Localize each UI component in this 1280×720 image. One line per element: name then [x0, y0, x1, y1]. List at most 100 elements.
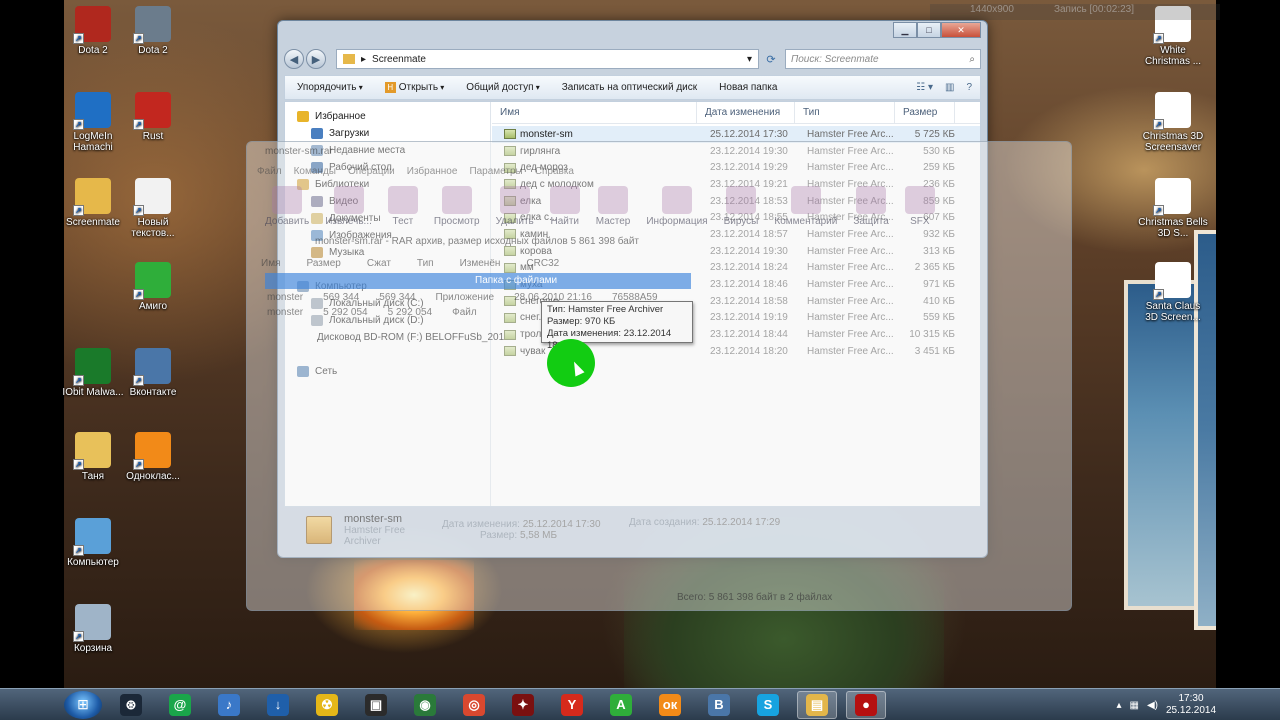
desktop-icon-christmas-3d[interactable]: ↗ Christmas 3D Screensaver	[1138, 92, 1208, 153]
amigo-icon: ↗	[133, 262, 171, 300]
archiver-title: monster-sm.rar	[265, 146, 333, 157]
organize-button[interactable]: Упорядочить	[297, 82, 363, 93]
recorder-icon: ●	[855, 693, 877, 716]
window-controls: ▁ □ ✕	[893, 22, 981, 38]
odnoklassniki-icon: ↗	[133, 432, 171, 470]
help-icon[interactable]: ?	[966, 82, 972, 93]
vkontakte-icon: ↗	[133, 348, 171, 386]
maximize-button[interactable]: □	[917, 22, 941, 38]
view-options-icon[interactable]: ☷ ▾	[916, 82, 933, 93]
archiver-menu-item: Параметры	[469, 166, 523, 177]
forward-button[interactable]: ▶	[306, 49, 326, 69]
taskbar-app-globe[interactable]: ◉	[405, 691, 445, 719]
tray-network-icon[interactable]: ▦	[1130, 700, 1139, 711]
taskbar-app-game[interactable]: ✦	[503, 691, 543, 719]
taskbar-app-chrome[interactable]: ◎	[454, 691, 494, 719]
taskbar-app-gta[interactable]: ▣	[356, 691, 396, 719]
archiver-tool-icon	[499, 186, 530, 214]
clock[interactable]: 17:30 25.12.2014	[1166, 693, 1216, 717]
column-date[interactable]: Дата изменения	[697, 102, 795, 123]
desktop-icon-computer[interactable]: ↗ Компьютер	[58, 518, 128, 568]
desktop-icon-odnoklassniki[interactable]: ↗ Одноклас...	[118, 432, 188, 482]
archiver-tool-icon	[441, 186, 472, 214]
close-button[interactable]: ✕	[941, 22, 981, 38]
archiver-tool-label: SFX	[910, 216, 930, 227]
archiver-tool-icon	[725, 186, 756, 214]
folder-icon	[343, 54, 355, 64]
desktop-icon-recycle-bin[interactable]: ↗ Корзина	[58, 604, 128, 654]
column-type[interactable]: Тип	[795, 102, 895, 123]
start-button[interactable]: ⊞	[64, 690, 102, 719]
open-label: Открыть	[399, 82, 445, 93]
address-dropdown-icon[interactable]: ▾	[747, 54, 752, 65]
share-button[interactable]: Общий доступ	[466, 82, 539, 93]
shortcut-arrow-icon: ↗	[1153, 119, 1164, 130]
archiver-tool-icon	[661, 186, 692, 214]
minimize-button[interactable]: ▁	[893, 22, 917, 38]
clock-date: 25.12.2014	[1166, 705, 1217, 716]
tray-show-hidden-icon[interactable]: ▴	[1116, 700, 1121, 711]
search-input[interactable]: Поиск: Screenmate ⌕	[785, 49, 981, 69]
nav-item[interactable]: Загрузки	[285, 125, 490, 142]
nav-item-label: Избранное	[315, 111, 366, 122]
taskbar-app-odnoklassniki[interactable]: ок	[650, 691, 690, 719]
desktop-icon-santa-claus[interactable]: ↗ Santa Claus 3D Screen...	[1138, 262, 1208, 323]
desktop-screen: ↗ Dota 2 ↗ Dota 2 ↗ LogMeIn Hamachi ↗ Rust ↗ Scre…	[0, 0, 1280, 720]
file-date: 25.12.2014 17:30	[710, 128, 788, 140]
taskbar-app-amigo[interactable]: A	[601, 691, 641, 719]
taskbar-app-downloads[interactable]: ↓	[258, 691, 298, 719]
taskbar-app-recorder[interactable]: ●	[846, 690, 886, 719]
shortcut-arrow-icon: ↗	[1153, 289, 1164, 300]
desktop-icon-dota2-b[interactable]: ↗ Dota 2	[118, 6, 188, 56]
preview-pane-icon[interactable]: ▥	[945, 82, 954, 93]
screenmate-icon: ↗	[73, 178, 111, 216]
vkontakte-icon: B	[708, 693, 730, 716]
archiver-cell: 569 344	[379, 292, 416, 303]
address-bar[interactable]: ▸ Screenmate ▾	[336, 49, 759, 69]
dota2-b-icon: ↗	[133, 6, 171, 44]
downloads-icon: ↓	[267, 693, 289, 716]
archiver-tool: Тест	[387, 186, 418, 227]
desktop-icon-christmas-bells[interactable]: ↗ Christmas Bells 3D S...	[1138, 178, 1208, 239]
back-button[interactable]: ◀	[284, 49, 304, 69]
taskbar-app-vkontakte[interactable]: B	[699, 691, 739, 719]
refresh-icon[interactable]: ⟳	[761, 49, 781, 69]
taskbar-app-steam[interactable]: ⊛	[111, 691, 151, 719]
desktop-icon-vkontakte[interactable]: ↗ Вконтакте	[118, 348, 188, 398]
archiver-status: Всего: 5 861 398 байт в 2 файлах	[677, 592, 833, 603]
archiver-cell: 5 292 054	[323, 307, 368, 318]
tray-volume-icon[interactable]: ◀)	[1147, 700, 1158, 711]
taskbar-app-yandex[interactable]: Y	[552, 691, 592, 719]
archiver-tool-icon	[856, 186, 887, 214]
open-button[interactable]: H Открыть	[384, 82, 445, 93]
taskbar-app-explorer[interactable]: ▤	[797, 690, 837, 719]
archiver-tool-icon	[272, 186, 303, 214]
shortcut-arrow-icon: ↗	[73, 545, 84, 556]
desktop-icon-label: Christmas Bells 3D S...	[1138, 217, 1208, 239]
column-size[interactable]: Размер	[895, 102, 955, 123]
new-folder-button[interactable]: Новая папка	[719, 82, 777, 93]
taskbar-app-agent[interactable]: @	[160, 691, 200, 719]
shortcut-arrow-icon: ↗	[73, 205, 84, 216]
column-name[interactable]: Имя	[492, 102, 697, 123]
shortcut-arrow-icon: ↗	[133, 33, 144, 44]
desktop-icon-label: Одноклас...	[126, 471, 180, 482]
rust-icon: ↗	[133, 92, 171, 130]
shortcut-arrow-icon: ↗	[133, 375, 144, 386]
archiver-tool-label: Найти	[550, 216, 580, 227]
desktop-icon-label: Корзина	[73, 643, 113, 654]
taskbar-app-speaker[interactable]: ♪	[209, 691, 249, 719]
desktop-icon-amigo[interactable]: ↗ Амиго	[118, 262, 188, 312]
file-type: Hamster Free Arc...	[807, 128, 894, 140]
burn-button[interactable]: Записать на оптический диск	[562, 82, 697, 93]
taskbar-app-skype[interactable]: S	[748, 691, 788, 719]
skype-icon: S	[757, 693, 779, 716]
archiver-tool: Удалить	[496, 186, 534, 227]
taskbar-app-radiation[interactable]: ☢	[307, 691, 347, 719]
archiver-tool-label: Вирусы	[723, 216, 759, 227]
desktop-icon-rust[interactable]: ↗ Rust	[118, 92, 188, 142]
archiver-window-ghost: monster-sm.rar Файл Команды Операции Избран…	[246, 141, 1072, 611]
nav-item[interactable]: Избранное	[285, 108, 490, 125]
new-text-icon: ↗	[133, 178, 171, 216]
desktop-icon-new-text[interactable]: ↗ Новый текстов...	[118, 178, 188, 239]
